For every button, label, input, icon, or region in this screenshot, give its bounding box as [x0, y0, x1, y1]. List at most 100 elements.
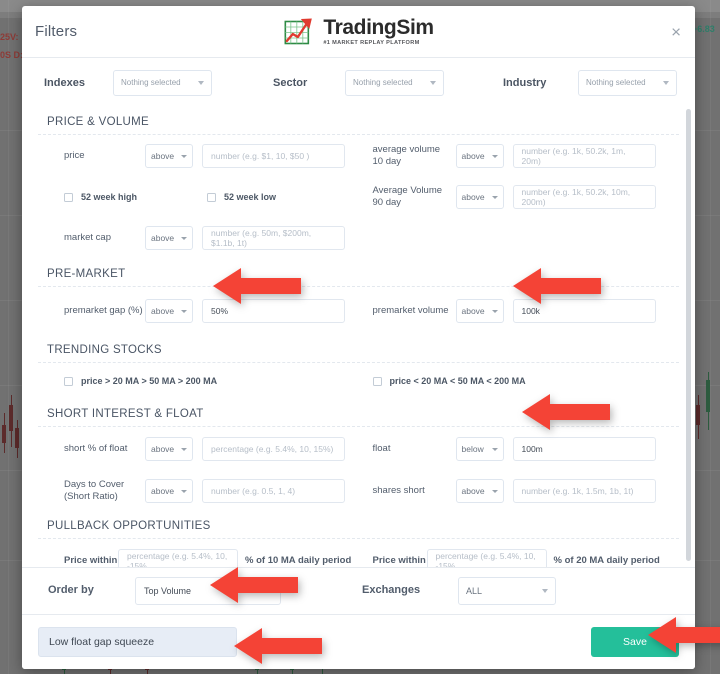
- chevron-down-icon: [663, 80, 669, 85]
- avg-volume-90-operator-select[interactable]: above: [455, 185, 504, 209]
- backdrop-ticker-left-1: 25V:: [0, 32, 19, 42]
- tradingsim-logo: TradingSim #1 MARKET REPLAY PLATFORM: [283, 16, 434, 47]
- short-pct-operator-select[interactable]: above: [145, 437, 193, 461]
- order-by-input[interactable]: Top Volume: [135, 577, 281, 605]
- avg-volume-90-input[interactable]: number (e.g. 1k, 50.2k, 10m, 200m): [512, 185, 656, 209]
- pullback-input-20ma[interactable]: percentage (e.g. 5.4%, 10, -15%: [426, 549, 547, 567]
- section-title-pullback: PULLBACK OPPORTUNITIES: [38, 511, 679, 539]
- price-operator-value: above: [151, 151, 175, 161]
- premarket-gap-operator-select[interactable]: above: [145, 299, 193, 323]
- pullback-suffix-20ma: % of 20 MA daily period: [553, 555, 660, 567]
- float-operator-select[interactable]: below: [455, 437, 504, 461]
- section-title-trending: TRENDING STOCKS: [38, 335, 679, 363]
- avg-volume-90-operator-value: above: [461, 192, 485, 202]
- premarket-volume-operator-value: above: [461, 306, 485, 316]
- order-by-label: Order by: [48, 584, 94, 597]
- checkbox-52-week-high[interactable]: [64, 192, 73, 202]
- price-label: price: [64, 150, 85, 162]
- chevron-down-icon: [491, 309, 498, 313]
- short-pct-operator-value: above: [151, 444, 175, 454]
- page-title: Filters: [35, 23, 78, 40]
- filter-name-input[interactable]: Low float gap squeeze: [38, 627, 237, 657]
- chevron-down-icon: [430, 80, 436, 85]
- checkbox-52-week-low[interactable]: [207, 192, 217, 202]
- market-cap-operator-value: above: [151, 233, 175, 243]
- short-pct-of-float-label: short % of float: [64, 443, 128, 455]
- chevron-down-icon: [198, 80, 204, 85]
- exchanges-dropdown[interactable]: ALL: [458, 577, 556, 605]
- premarket-volume-input[interactable]: 100k: [512, 299, 656, 323]
- indexes-dropdown-value: Nothing selected: [121, 78, 181, 87]
- float-label: float: [372, 443, 391, 455]
- days-to-cover-operator-value: above: [151, 486, 175, 496]
- days-to-cover-label-line1: Days to Cover: [64, 479, 125, 491]
- avg-volume-10-label-line1: average volume: [372, 144, 441, 156]
- section-title-premarket: PRE-MARKET: [38, 259, 679, 287]
- short-pct-input[interactable]: percentage (e.g. 5.4%, 10, 15%): [202, 437, 345, 461]
- section-title-price-volume: PRICE & VOLUME: [38, 107, 679, 135]
- pullback-input-10ma[interactable]: percentage (e.g. 5.4%, 10, -15%: [118, 549, 238, 567]
- filters-scroll-area: PRICE & VOLUME price above number (e.g. …: [22, 107, 695, 567]
- backdrop-change-right: +6.83: [692, 24, 715, 34]
- shares-short-operator-value: above: [461, 486, 485, 496]
- indexes-dropdown[interactable]: Nothing selected: [113, 69, 212, 96]
- backdrop-gridline: [710, 0, 711, 674]
- premarket-gap-label: premarket gap (%): [64, 305, 143, 317]
- shares-short-input[interactable]: number (e.g. 1k, 1.5m, 1b, 1t): [512, 479, 656, 503]
- market-cap-operator-select[interactable]: above: [145, 226, 193, 250]
- pullback-prefix-10ma: Price within: [64, 555, 118, 567]
- sector-dropdown[interactable]: Nothing selected: [345, 69, 444, 96]
- save-button[interactable]: Save: [591, 627, 679, 657]
- chevron-down-icon: [491, 154, 498, 158]
- close-icon[interactable]: ×: [671, 23, 681, 40]
- premarket-gap-input[interactable]: 50%: [202, 299, 345, 323]
- float-operator-value: below: [461, 444, 484, 454]
- premarket-volume-operator-select[interactable]: above: [455, 299, 504, 323]
- filters-modal: Filters TradingSim #1 MARKET REPLAY PLAT: [22, 6, 695, 669]
- industry-dropdown[interactable]: Nothing selected: [578, 69, 677, 96]
- chevron-down-icon: [181, 154, 187, 158]
- days-to-cover-operator-select[interactable]: above: [145, 479, 193, 503]
- premarket-volume-label: premarket volume: [372, 305, 449, 317]
- shares-short-label: shares short: [372, 485, 425, 497]
- chevron-down-icon: [491, 489, 498, 493]
- avg-volume-10-label: average volume 10 day: [373, 144, 456, 168]
- backdrop-ticker-left-2: 0S D:: [0, 50, 24, 60]
- avg-volume-10-label-line2: 10 day: [372, 156, 402, 167]
- candlestick: [696, 395, 700, 439]
- shares-short-operator-select[interactable]: above: [455, 479, 504, 503]
- label-trending-down: price < 20 MA < 50 MA < 200 MA: [389, 376, 526, 386]
- chart-arrow-logo-icon: [283, 17, 317, 47]
- logo-name: TradingSim: [323, 16, 434, 39]
- days-to-cover-input[interactable]: number (e.g. 0.5, 1, 4): [202, 479, 345, 503]
- days-to-cover-label-line2: (Short Ratio): [64, 491, 118, 502]
- chevron-down-icon: [542, 589, 548, 593]
- avg-volume-10-operator-select[interactable]: above: [455, 144, 504, 168]
- days-to-cover-label: Days to Cover (Short Ratio): [64, 479, 145, 503]
- logo-tagline: #1 MARKET REPLAY PLATFORM: [323, 40, 420, 46]
- chevron-down-icon: [181, 447, 187, 451]
- footer-bar: Low float gap squeeze Save: [22, 614, 695, 669]
- premarket-gap-operator-value: above: [151, 306, 175, 316]
- exchanges-label: Exchanges: [362, 584, 421, 597]
- pullback-prefix-20ma: Price within: [372, 555, 426, 567]
- backdrop-gridline: [8, 0, 9, 674]
- checkbox-trending-up[interactable]: [64, 376, 73, 386]
- indexes-label: Indexes: [44, 76, 85, 89]
- float-input[interactable]: 100m: [512, 437, 656, 461]
- avg-volume-10-input[interactable]: number (e.g. 1k, 50.2k, 1m, 20m): [512, 144, 656, 168]
- modal-header: Filters TradingSim #1 MARKET REPLAY PLAT: [22, 6, 695, 58]
- price-operator-select[interactable]: above: [145, 144, 193, 168]
- price-input[interactable]: number (e.g. $1, 10, $50 ): [202, 144, 345, 168]
- market-cap-input[interactable]: number (e.g. 50m, $200m, $1.1b, 1t): [202, 226, 345, 250]
- scrollbar-thumb[interactable]: [686, 109, 691, 561]
- order-bar: Order by Top Volume Exchanges ALL: [22, 567, 695, 614]
- market-cap-label: market cap: [64, 232, 111, 244]
- top-filter-row: Indexes Nothing selected Sector Nothing …: [22, 58, 695, 107]
- checkbox-trending-down[interactable]: [372, 376, 382, 386]
- avg-volume-90-label: Average Volume 90 day: [373, 185, 456, 209]
- avg-volume-90-label-line2: 90 day: [372, 197, 402, 208]
- label-trending-up: price > 20 MA > 50 MA > 200 MA: [81, 376, 218, 386]
- label-52-week-low: 52 week low: [224, 192, 277, 202]
- industry-label: Industry: [503, 76, 547, 89]
